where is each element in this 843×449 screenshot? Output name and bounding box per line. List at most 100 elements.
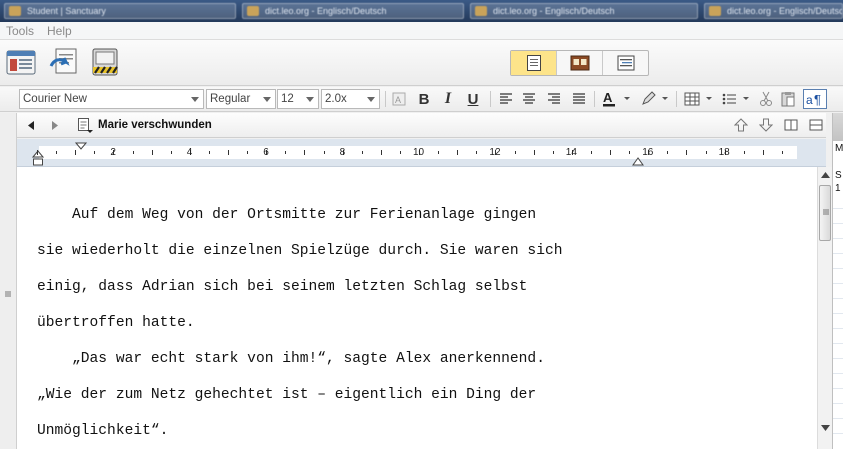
align-left-icon <box>500 93 512 104</box>
separator <box>385 91 386 107</box>
forward-arrow-icon[interactable] <box>50 120 60 131</box>
paste-button[interactable] <box>779 89 797 109</box>
ruler-number: 16 <box>642 147 654 158</box>
highlight-style-button[interactable]: A <box>390 89 408 109</box>
compose-button[interactable] <box>48 46 80 78</box>
font-family-select[interactable]: Courier New <box>19 89 204 109</box>
split-vertical-icon[interactable] <box>784 119 798 131</box>
left-indent-marker-icon[interactable] <box>32 148 44 168</box>
ruler-tick <box>304 150 306 155</box>
justify-icon <box>573 93 585 104</box>
divider <box>833 238 843 239</box>
font-size-select[interactable]: 12 <box>277 89 319 109</box>
format-bar: Courier New Regular 12 2.0x A B I U A a ¶ <box>0 87 843 112</box>
align-right-icon <box>548 93 560 104</box>
ruler-number: 10 <box>413 147 425 158</box>
separator <box>490 91 491 107</box>
split-horizontal-icon[interactable] <box>809 119 823 131</box>
divider <box>833 223 843 224</box>
text-line: sie wiederholt die einzelnen Spielzüge d… <box>37 243 563 259</box>
ruler-tick <box>781 151 783 154</box>
ruler-tick <box>743 151 745 154</box>
divider <box>833 253 843 254</box>
ruler-tick <box>151 150 153 155</box>
ruler-tick <box>552 151 554 154</box>
binder-icon <box>6 50 36 75</box>
left-margin-strip <box>0 113 17 449</box>
separator <box>594 91 595 107</box>
scrollbar-thumb[interactable] <box>819 185 831 241</box>
inspector-header <box>833 113 843 141</box>
taskbar-item[interactable]: dict.leo.org - Englisch/Deutsch <box>470 3 698 19</box>
first-line-indent-marker-icon[interactable] <box>75 142 87 151</box>
menu-bar: Tools Help <box>0 22 843 40</box>
ruler-tick <box>361 151 363 154</box>
ruler[interactable]: 2 4 6 8 10 12 14 16 18 <box>17 139 826 167</box>
ruler-tick <box>170 151 172 154</box>
arrow-up-icon[interactable] <box>734 118 748 132</box>
ruler-tick <box>590 151 592 154</box>
divider <box>833 268 843 269</box>
divider <box>833 358 843 359</box>
align-left-button[interactable] <box>497 89 515 109</box>
align-right-button[interactable] <box>545 89 563 109</box>
outline-view-button[interactable] <box>603 51 648 75</box>
text-line: „Das war echt stark von ihm!“, sagte Ale… <box>37 351 545 367</box>
resize-grip-icon[interactable] <box>3 289 13 299</box>
menu-help[interactable]: Help <box>47 24 72 38</box>
align-center-button[interactable] <box>520 89 538 109</box>
ruler-tick <box>323 151 325 154</box>
browser-icon <box>247 6 259 16</box>
ruler-tick <box>75 150 77 155</box>
ruler-tick <box>94 151 96 154</box>
ruler-tick <box>457 150 459 155</box>
vertical-scrollbar[interactable] <box>817 167 832 449</box>
bullet-list-icon <box>722 93 749 105</box>
inspector-text: 1 <box>835 183 841 194</box>
invisibles-toggle[interactable]: a ¶ <box>803 89 827 109</box>
binder-button[interactable] <box>5 46 37 78</box>
taskbar-item[interactable]: dict.leo.org - Englisch/Deutsch <box>704 3 843 19</box>
text-color-button[interactable]: A <box>600 89 634 109</box>
svg-text:A: A <box>395 95 401 105</box>
scroll-down-icon[interactable] <box>821 425 830 431</box>
grip-lines-icon <box>823 209 829 215</box>
list-button[interactable] <box>719 89 753 109</box>
divider <box>833 328 843 329</box>
scroll-up-icon[interactable] <box>821 172 830 178</box>
taskbar-item[interactable]: Student | Sanctuary <box>4 3 236 19</box>
line-spacing-select[interactable]: 2.0x <box>321 89 380 109</box>
font-style-select[interactable]: Regular <box>206 89 276 109</box>
document-icon[interactable] <box>77 117 93 134</box>
menu-tools[interactable]: Tools <box>6 24 34 38</box>
cut-button[interactable] <box>757 89 775 109</box>
ruler-tick <box>533 150 535 155</box>
divider <box>833 388 843 389</box>
arrow-down-icon[interactable] <box>759 118 773 132</box>
bold-button[interactable]: B <box>414 89 434 109</box>
inspector-text: S <box>835 170 842 181</box>
right-indent-marker-icon[interactable] <box>632 157 644 166</box>
underline-button[interactable]: U <box>463 89 483 109</box>
corkboard-view-button[interactable] <box>557 51 603 75</box>
back-arrow-icon[interactable] <box>26 120 36 131</box>
ruler-tick <box>285 151 287 154</box>
taskbar-item[interactable]: dict.leo.org - Englisch/Deutsch <box>242 3 464 19</box>
table-button[interactable] <box>682 89 716 109</box>
scrivenings-button[interactable] <box>89 46 121 78</box>
ruler-tick <box>228 150 229 155</box>
text-line: übertroffen hatte. <box>37 315 195 331</box>
highlight-color-button[interactable] <box>638 89 672 109</box>
text-editor[interactable]: Auf dem Weg von der Ortsmitte zur Ferien… <box>17 167 817 449</box>
ruler-tick <box>667 151 669 154</box>
outline-view-icon <box>617 55 634 71</box>
paragraph-mark-icon: a ¶ <box>806 92 821 107</box>
divider <box>833 403 843 404</box>
justify-button[interactable] <box>570 89 588 109</box>
taskbar-strip: Student | Sanctuary dict.leo.org - Engli… <box>0 0 843 22</box>
ruler-number: 8 <box>339 147 346 158</box>
clipboard-icon <box>781 92 795 107</box>
document-view-button[interactable] <box>511 51 557 75</box>
compose-icon <box>49 48 77 74</box>
italic-button[interactable]: I <box>438 89 458 109</box>
